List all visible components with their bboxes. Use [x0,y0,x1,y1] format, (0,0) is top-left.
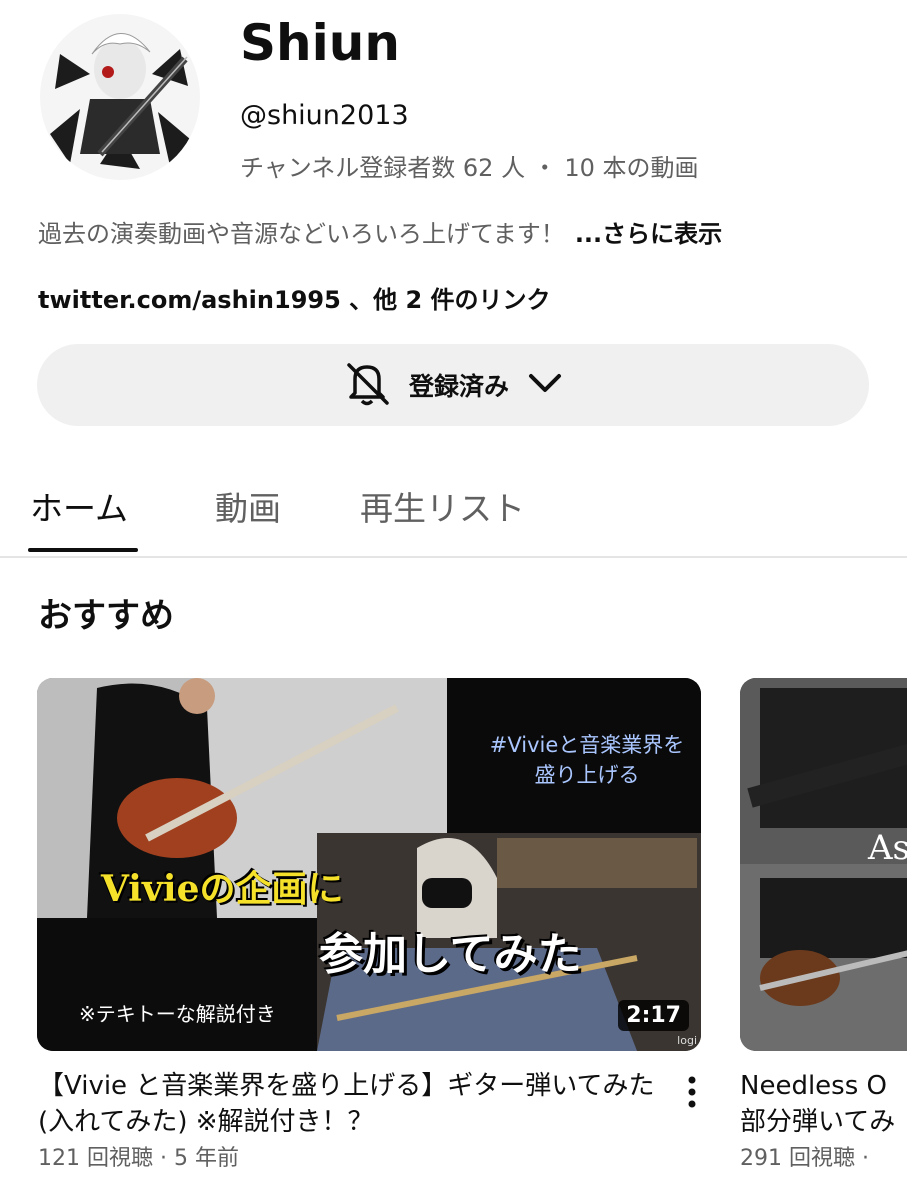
video-meta: 291 回視聴 · [740,1146,869,1171]
channel-links[interactable]: twitter.com/ashin1995 、他 2 件のリンク [38,280,551,315]
channel-name: Shiun [240,14,400,72]
tab-home[interactable]: ホーム [30,482,128,530]
video-title[interactable]: Needless O 部分弾いてみ [740,1068,907,1140]
video-thumbnail[interactable]: #Vivieと音楽業界を 盛り上げる Vivieの企画に 参加してみた ※テキト… [37,678,701,1051]
thumb-text-note: ※テキトーな解説付き [79,1002,276,1026]
thumb-text-plan: Vivieの企画に [101,868,344,910]
bell-off-icon [341,359,393,411]
active-tab-indicator [28,548,138,552]
subscribed-label: 登録済み [408,372,509,401]
video-title[interactable]: 【Vivie と音楽業界を盛り上げる】ギター弾いてみた (入れてみた) ※解説付… [38,1068,668,1140]
thumb-logo: logi [677,1034,697,1047]
chevron-down-icon [525,368,565,402]
channel-description[interactable]: 過去の演奏動画や音源などいろいろ上げてます！ ...さらに表示 [38,214,722,249]
description-text: 過去の演奏動画や音源などいろいろ上げてます！ [38,220,565,248]
tab-videos[interactable]: 動画 [215,482,281,530]
channel-tabs: ホーム 動画 再生リスト [0,470,907,558]
thumb-text-join: 参加してみた [319,929,582,980]
thumb-text-hashtag: #Vivieと音楽業界を 盛り上げる [489,733,685,787]
video-meta: 121 回視聴 · 5 年前 [38,1146,239,1171]
video-duration: 2:17 [618,1000,689,1031]
thumb-text-as: As [868,828,907,868]
tab-playlists[interactable]: 再生リスト [360,482,525,530]
more-options-icon[interactable] [682,1074,702,1110]
channel-avatar[interactable] [40,14,200,180]
show-more-link[interactable]: ...さらに表示 [575,220,722,248]
subscribed-button[interactable]: 登録済み [37,344,869,426]
channel-stats: チャンネル登録者数 62 人 ・ 10 本の動画 [240,154,699,182]
video-thumbnail[interactable]: As [740,678,907,1051]
section-title: おすすめ [38,596,174,636]
channel-handle: @shiun2013 [240,100,409,131]
